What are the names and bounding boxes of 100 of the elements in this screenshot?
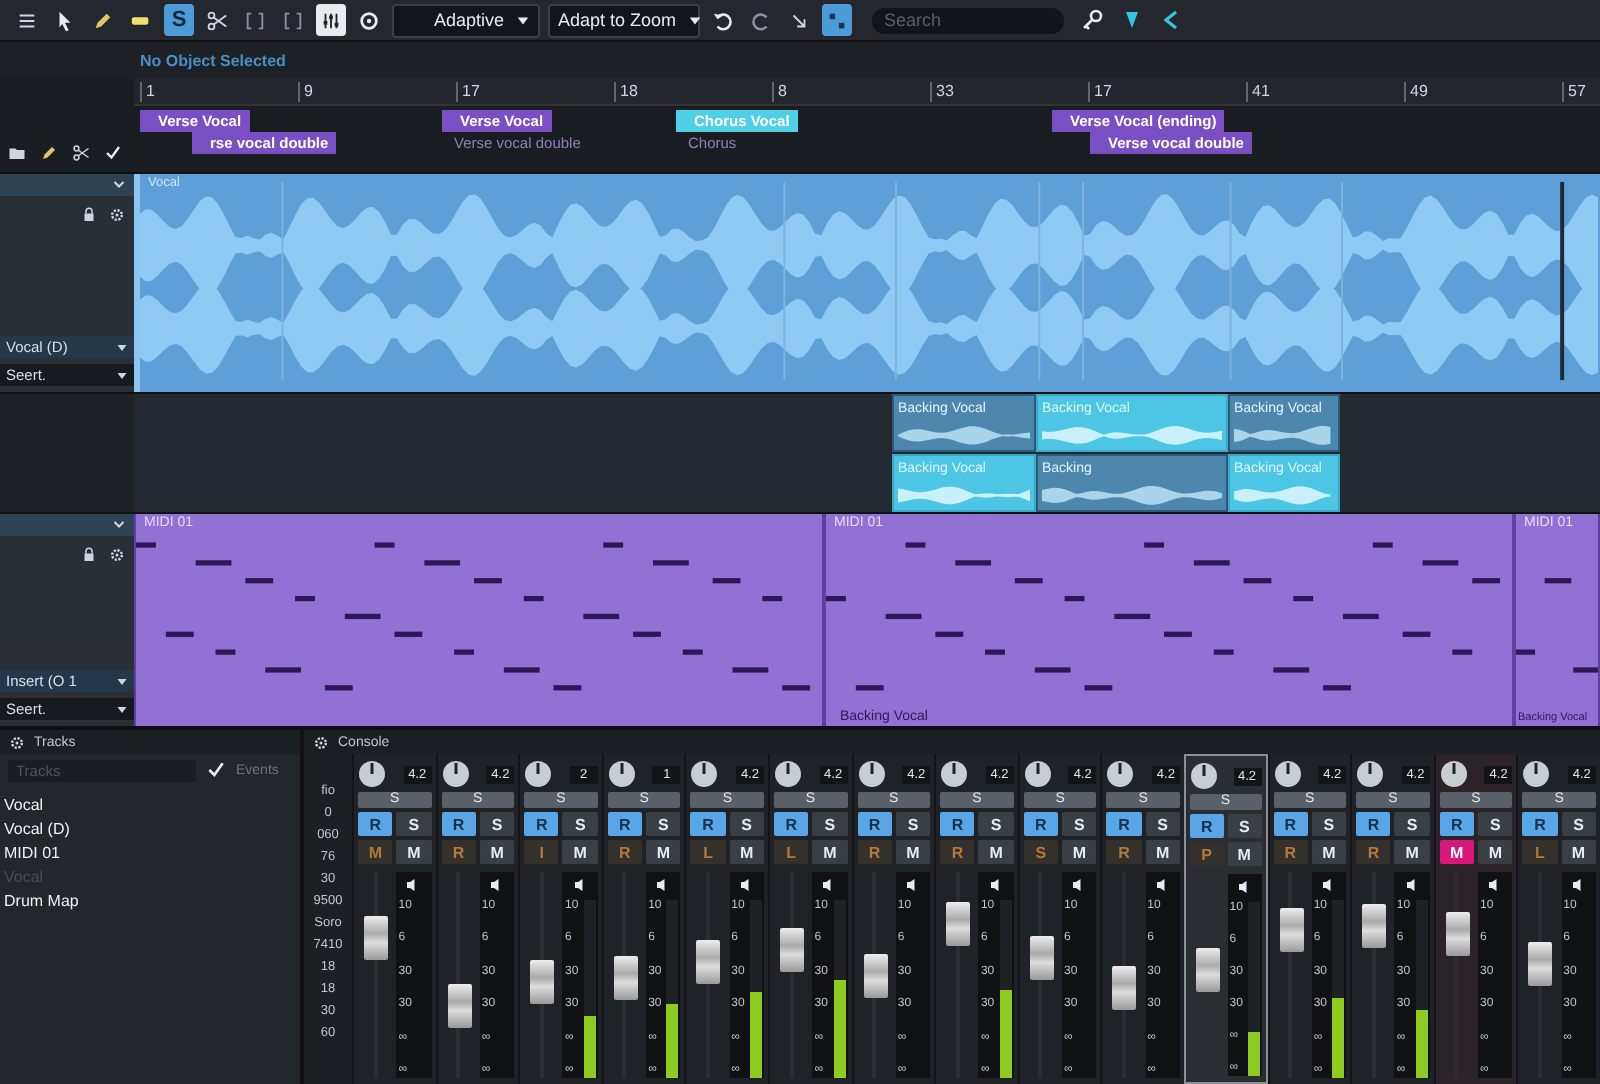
mode-button[interactable]: S xyxy=(1023,840,1059,864)
solo-button[interactable]: S xyxy=(812,812,848,836)
settings-icon[interactable] xyxy=(108,545,126,563)
solo-button[interactable]: S xyxy=(1394,812,1430,836)
fader-handle[interactable] xyxy=(1195,948,1220,993)
solo-button[interactable]: S xyxy=(895,812,931,836)
mode-button[interactable]: L xyxy=(1522,840,1558,864)
fader-handle[interactable] xyxy=(613,955,638,1000)
folder-icon[interactable] xyxy=(8,144,26,162)
mode-button[interactable]: R xyxy=(857,840,892,864)
fader-handle[interactable] xyxy=(1029,936,1054,981)
mute-button[interactable]: M xyxy=(978,840,1014,864)
mode-button[interactable]: R xyxy=(940,840,975,864)
pan-knob[interactable] xyxy=(1106,760,1135,788)
record-button[interactable]: R xyxy=(1522,812,1558,836)
timeline-ruler[interactable]: 1 9 17 18 8 33 17 41 49 57 xyxy=(134,78,1600,106)
solo-button[interactable]: S xyxy=(562,812,598,836)
tool-button[interactable]: S xyxy=(164,4,194,36)
solo-button[interactable]: S xyxy=(1478,812,1513,836)
list-item[interactable]: Vocal (D) xyxy=(0,818,300,842)
solo-button[interactable]: S xyxy=(396,812,432,836)
fader-handle[interactable] xyxy=(1112,965,1137,1010)
pan-knob[interactable] xyxy=(1273,760,1302,788)
record-button[interactable]: R xyxy=(1356,812,1391,836)
mute-button[interactable]: M xyxy=(1145,840,1180,864)
checkbox[interactable] xyxy=(204,758,228,782)
mute-button[interactable]: M xyxy=(396,840,432,864)
lock-icon[interactable] xyxy=(80,545,98,563)
mute-button[interactable]: M xyxy=(1478,840,1513,864)
record-button[interactable]: R xyxy=(690,812,726,836)
pencil-icon[interactable] xyxy=(40,144,58,162)
pan-knob[interactable] xyxy=(690,760,719,788)
mute-button[interactable]: M xyxy=(1311,840,1347,864)
pan-knob[interactable] xyxy=(524,760,553,788)
search-field[interactable]: Search xyxy=(872,7,1064,33)
mode-button[interactable]: L xyxy=(690,840,726,864)
list-item[interactable]: Drum Map xyxy=(0,890,300,914)
fader-handle[interactable] xyxy=(1362,903,1387,948)
pan-knob[interactable] xyxy=(607,760,636,788)
pan-knob[interactable] xyxy=(1522,760,1551,788)
record-button[interactable]: R xyxy=(1439,812,1475,836)
mute-button[interactable]: M xyxy=(646,840,681,864)
mode-button[interactable]: R xyxy=(441,840,476,864)
fader-handle[interactable] xyxy=(1279,907,1304,952)
mute-button[interactable]: M xyxy=(1561,840,1596,864)
list-item[interactable]: MIDI 01 xyxy=(0,842,300,866)
pan-knob[interactable] xyxy=(1356,760,1385,788)
pan-knob[interactable] xyxy=(1439,760,1468,788)
mode-button[interactable]: R xyxy=(1106,840,1142,864)
record-button[interactable]: R xyxy=(1023,812,1059,836)
record-button[interactable]: R xyxy=(1273,812,1308,836)
mode-button[interactable]: P xyxy=(1189,842,1224,866)
solo-button[interactable]: S xyxy=(1311,812,1347,836)
record-button[interactable]: R xyxy=(1106,812,1142,836)
solo-button[interactable]: S xyxy=(978,812,1014,836)
fader-handle[interactable] xyxy=(779,928,804,973)
record-button[interactable]: R xyxy=(441,812,476,836)
settings-icon[interactable] xyxy=(108,205,126,223)
mute-button[interactable]: M xyxy=(895,840,931,864)
grid-button[interactable] xyxy=(822,4,852,36)
fader-handle[interactable] xyxy=(1445,911,1470,956)
pan-knob[interactable] xyxy=(940,760,969,788)
pan-knob[interactable] xyxy=(857,760,886,788)
solo-button[interactable]: S xyxy=(479,812,515,836)
record-button[interactable]: R xyxy=(857,812,892,836)
fader-handle[interactable] xyxy=(364,915,388,960)
marker-icon[interactable] xyxy=(1120,8,1144,32)
record-button[interactable]: R xyxy=(773,812,809,836)
mute-button[interactable]: M xyxy=(729,840,764,864)
solo-button[interactable]: S xyxy=(1561,812,1596,836)
record-button[interactable]: R xyxy=(607,812,643,836)
fader-handle[interactable] xyxy=(696,940,721,985)
mute-button[interactable]: M xyxy=(562,840,598,864)
record-button[interactable]: R xyxy=(358,812,393,836)
mute-button[interactable]: M xyxy=(1062,840,1097,864)
settings-icon[interactable] xyxy=(8,733,26,751)
dropdown[interactable]: Adaptive xyxy=(392,3,540,37)
record-button[interactable]: R xyxy=(940,812,975,836)
mute-button[interactable]: M xyxy=(812,840,848,864)
mode-button[interactable]: M xyxy=(358,840,393,864)
settings-icon[interactable] xyxy=(312,733,330,751)
mute-button[interactable]: M xyxy=(1227,842,1262,866)
scissors-icon[interactable] xyxy=(72,144,90,162)
record-button[interactable]: R xyxy=(1189,814,1224,838)
solo-button[interactable]: S xyxy=(1227,814,1262,838)
mute-button[interactable]: M xyxy=(479,840,515,864)
fader-handle[interactable] xyxy=(447,983,472,1028)
mode-button[interactable]: R xyxy=(607,840,643,864)
check-icon[interactable] xyxy=(104,144,122,162)
solo-button[interactable]: S xyxy=(1145,812,1180,836)
mode-button[interactable]: I xyxy=(524,840,559,864)
solo-button[interactable]: S xyxy=(729,812,764,836)
solo-button[interactable]: S xyxy=(646,812,681,836)
pan-knob[interactable] xyxy=(358,760,386,788)
record-button[interactable]: R xyxy=(524,812,559,836)
mode-button[interactable]: L xyxy=(773,840,809,864)
mode-button[interactable]: R xyxy=(1356,840,1391,864)
solo-button[interactable]: S xyxy=(1062,812,1097,836)
fader-handle[interactable] xyxy=(946,901,971,946)
key-icon[interactable] xyxy=(1080,8,1104,32)
